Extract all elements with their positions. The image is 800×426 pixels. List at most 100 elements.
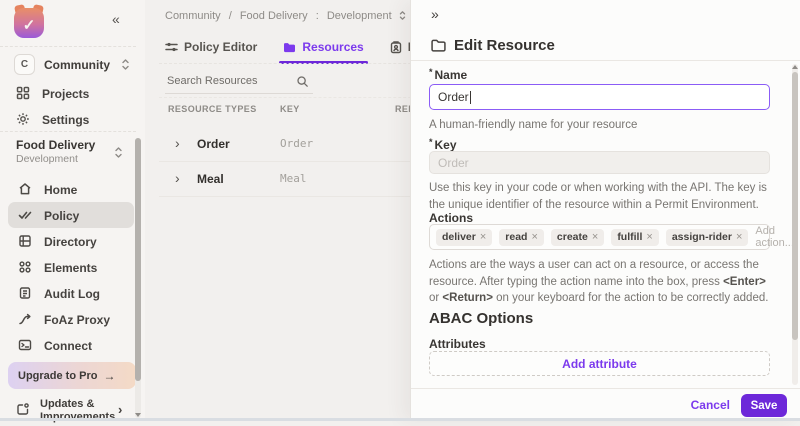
sidebar-item-label: Elements bbox=[44, 261, 97, 275]
expand-chevron-icon[interactable]: › bbox=[175, 170, 180, 186]
policy-doublecheck-icon bbox=[18, 208, 32, 222]
sidebar-item-foaz-proxy[interactable]: FoAz Proxy bbox=[8, 306, 134, 332]
directory-icon bbox=[18, 234, 32, 248]
sidebar-item-label: Directory bbox=[44, 235, 97, 249]
scroll-up-arrow[interactable] bbox=[792, 65, 798, 69]
sidebar-item-policy[interactable]: Policy bbox=[8, 202, 134, 228]
sidebar-item-projects[interactable]: Projects bbox=[0, 82, 136, 106]
actions-field-label: Actions bbox=[429, 211, 473, 225]
chevron-updown-icon bbox=[120, 58, 131, 71]
drawer-scrollbar[interactable] bbox=[792, 64, 798, 385]
updates-label-line1: Updates & bbox=[40, 398, 94, 410]
folder-icon bbox=[283, 42, 296, 53]
expand-chevron-icon[interactable]: › bbox=[175, 135, 180, 151]
action-tag[interactable]: assign-rider× bbox=[666, 229, 749, 246]
drawer-expand-icon[interactable]: » bbox=[431, 6, 438, 22]
workspace-name[interactable]: Food Delivery bbox=[16, 138, 95, 152]
text-caret bbox=[470, 91, 471, 104]
breadcrumb-separator: / bbox=[229, 10, 232, 22]
audit-log-icon bbox=[18, 286, 32, 300]
sidebar-item-label: Projects bbox=[42, 87, 89, 101]
divider bbox=[0, 46, 136, 47]
elements-icon bbox=[18, 260, 32, 274]
upgrade-label: Upgrade to Pro bbox=[18, 370, 97, 382]
name-help-text: A human-friendly name for your resource bbox=[429, 117, 777, 134]
sidebar-item-label: Connect bbox=[44, 339, 92, 353]
environment-name: Development bbox=[16, 153, 78, 165]
add-action-placeholder: Add action... bbox=[755, 225, 794, 249]
cancel-button[interactable]: Cancel bbox=[691, 398, 730, 412]
action-tag[interactable]: deliver× bbox=[436, 229, 492, 246]
grid-icon bbox=[16, 86, 30, 100]
tab-policy-editor[interactable]: Policy Editor bbox=[165, 40, 257, 64]
sidebar-item-audit-log[interactable]: Audit Log bbox=[8, 280, 134, 306]
sidebar-item-updates[interactable]: Updates & Improvements › bbox=[0, 396, 136, 426]
resource-name: Order bbox=[197, 137, 230, 151]
home-icon bbox=[18, 182, 32, 196]
sidebar-collapse-icon[interactable]: « bbox=[112, 11, 119, 27]
sidebar-item-home[interactable]: Home bbox=[8, 176, 134, 202]
breadcrumb-environment[interactable]: Development bbox=[327, 10, 392, 22]
updates-label-line2: Improvements bbox=[40, 411, 115, 423]
column-header-key: KEY bbox=[280, 104, 300, 114]
name-field-label: *Name bbox=[429, 67, 467, 82]
divider bbox=[411, 60, 800, 61]
sidebar-item-settings[interactable]: Settings bbox=[0, 108, 136, 132]
tab-label: Policy Editor bbox=[184, 40, 257, 54]
sidebar-item-directory[interactable]: Directory bbox=[8, 228, 134, 254]
chevron-updown-icon[interactable] bbox=[113, 146, 124, 159]
return-key-hint: <Return> bbox=[442, 292, 493, 304]
name-input[interactable]: Order bbox=[429, 84, 770, 110]
sidebar-scrollbar[interactable] bbox=[135, 138, 141, 418]
sidebar-item-label: Audit Log bbox=[44, 287, 100, 301]
column-header-resource-types: RESOURCE TYPES bbox=[168, 104, 257, 114]
scroll-down-arrow[interactable] bbox=[135, 413, 141, 417]
remove-tag-icon[interactable]: × bbox=[592, 231, 598, 243]
add-attribute-button[interactable]: Add attribute bbox=[429, 351, 770, 376]
breadcrumb-org[interactable]: Community bbox=[165, 10, 221, 22]
proxy-route-icon bbox=[18, 312, 32, 326]
key-input-value: Order bbox=[438, 156, 469, 170]
org-selector[interactable]: C Community bbox=[0, 53, 136, 77]
search-placeholder: Search Resources bbox=[167, 75, 258, 87]
action-tag[interactable]: fulfill× bbox=[611, 229, 659, 246]
required-asterisk: * bbox=[429, 137, 433, 147]
actions-tag-input[interactable]: deliver× read× create× fulfill× assign-r… bbox=[429, 224, 770, 250]
edit-resource-drawer: » Edit Resource *Name Order A human-frie… bbox=[410, 0, 800, 421]
terminal-icon bbox=[18, 338, 32, 352]
permit-logo[interactable]: ✓ bbox=[14, 8, 44, 38]
sidebar-item-elements[interactable]: Elements bbox=[8, 254, 134, 280]
breadcrumb-colon: : bbox=[316, 10, 319, 22]
save-button[interactable]: Save bbox=[741, 394, 787, 417]
drawer-footer: Cancel Save bbox=[411, 388, 800, 421]
chevron-right-icon: › bbox=[118, 402, 122, 417]
action-tag[interactable]: create× bbox=[551, 229, 604, 246]
sidebar-item-connect[interactable]: Connect bbox=[8, 332, 134, 358]
search-input[interactable]: Search Resources bbox=[165, 71, 313, 94]
attributes-label: Attributes bbox=[429, 337, 486, 351]
sidebar: ✓ « C Community Projects Settings Food D… bbox=[0, 0, 145, 421]
sidebar-item-label: Settings bbox=[42, 113, 89, 127]
drawer-scrollbar-thumb[interactable] bbox=[792, 72, 798, 340]
remove-tag-icon[interactable]: × bbox=[736, 231, 742, 243]
tab-resources[interactable]: Resources bbox=[283, 40, 363, 64]
enter-key-hint: <Enter> bbox=[723, 276, 766, 288]
folder-outline-icon bbox=[431, 39, 446, 52]
remove-tag-icon[interactable]: × bbox=[480, 231, 486, 243]
abac-options-title: ABAC Options bbox=[429, 310, 533, 327]
action-tag[interactable]: read× bbox=[499, 229, 544, 246]
key-input-disabled: Order bbox=[429, 151, 770, 174]
sidebar-scrollbar-thumb[interactable] bbox=[135, 138, 141, 381]
arrow-right-icon: → bbox=[103, 369, 115, 383]
key-field-label: *Key bbox=[429, 137, 457, 152]
chevron-updown-icon[interactable] bbox=[398, 10, 407, 21]
breadcrumb-project[interactable]: Food Delivery bbox=[240, 10, 308, 22]
required-asterisk: * bbox=[429, 67, 433, 77]
sidebar-item-label: Home bbox=[44, 183, 77, 197]
sidebar-item-label: Policy bbox=[44, 209, 79, 223]
remove-tag-icon[interactable]: × bbox=[531, 231, 537, 243]
remove-tag-icon[interactable]: × bbox=[646, 231, 652, 243]
updates-icon bbox=[16, 402, 30, 416]
upgrade-to-pro-button[interactable]: Upgrade to Pro → bbox=[8, 362, 136, 389]
name-input-value: Order bbox=[438, 90, 469, 104]
